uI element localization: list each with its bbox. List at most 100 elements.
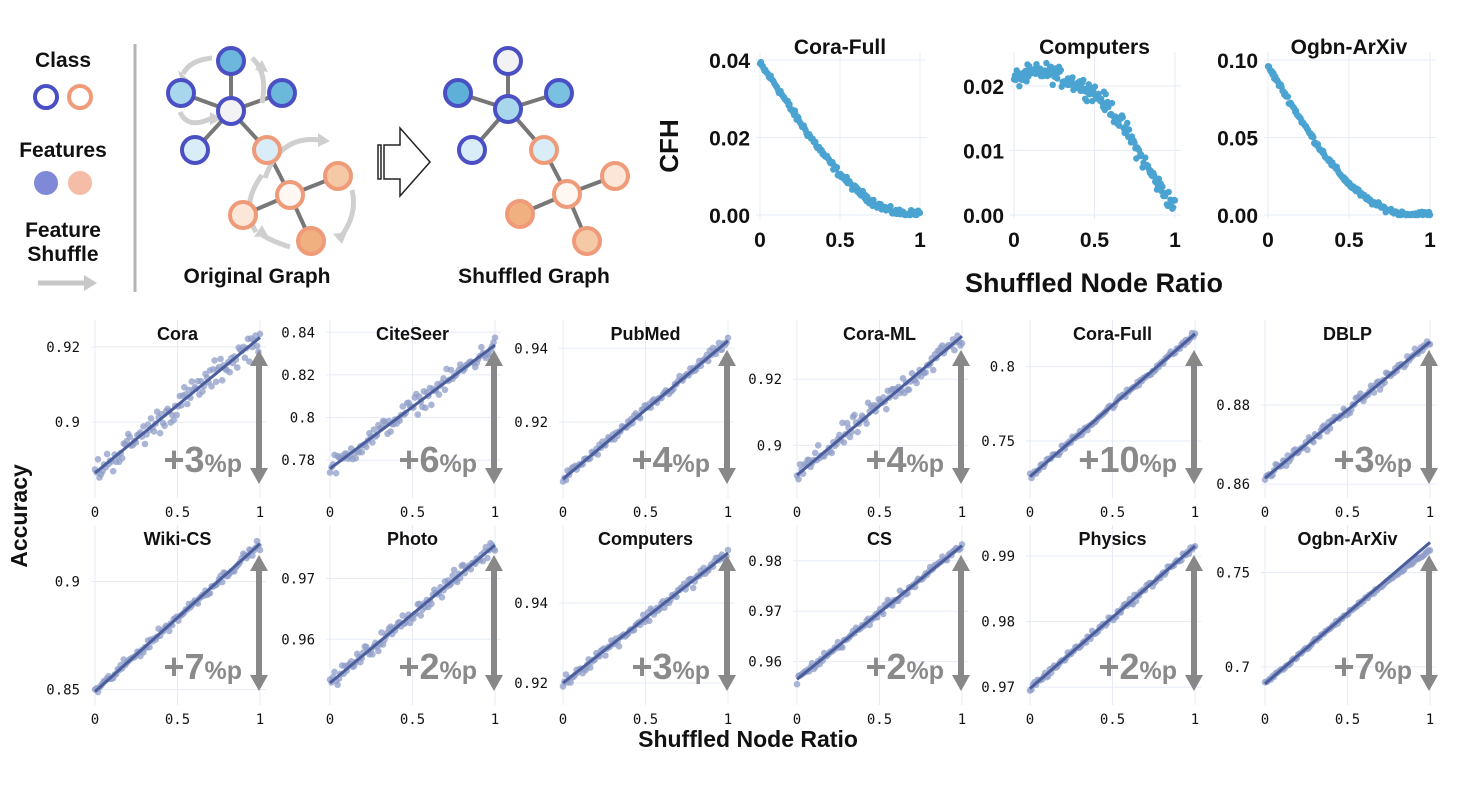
x-tick-label: 0.5	[1080, 229, 1110, 252]
data-point	[422, 404, 429, 412]
x-tick-label: 0	[1262, 229, 1274, 252]
data-point	[724, 546, 732, 554]
data-point	[1304, 446, 1311, 454]
data-point	[161, 422, 168, 430]
data-point	[211, 357, 218, 364]
arrow-down-icon	[1185, 675, 1203, 691]
graph-node	[443, 78, 473, 108]
chart-cfh-cora-full: Cora-Full 0.00 0.02 0.04 0 0.5 1	[709, 36, 926, 252]
chart-title: Physics	[1078, 529, 1146, 549]
x-tick-label: 0.5	[867, 712, 892, 728]
data-point	[795, 475, 802, 483]
graph-node	[180, 135, 210, 165]
data-point	[724, 334, 732, 342]
data-point	[369, 651, 376, 658]
x-tick-label: 1	[1191, 505, 1199, 521]
data-point	[814, 442, 822, 449]
y-tick-label: 0.00	[709, 205, 750, 228]
graph-node	[296, 226, 326, 256]
data-point	[854, 428, 861, 436]
chart-acc-cora-full: Cora-Full 0.75 0.8 0 0.5 1 +10%p	[981, 320, 1203, 521]
data-point	[1170, 204, 1177, 211]
data-point	[332, 469, 340, 477]
x-tick-label: 1	[724, 505, 732, 521]
chart-title: Computers	[1039, 36, 1150, 59]
arrow-down-icon	[250, 468, 268, 484]
y-tick-label: 0.00	[963, 205, 1004, 228]
graph-node	[544, 78, 574, 108]
x-tick-label: 1	[256, 712, 264, 728]
y-tick-label: 0.92	[514, 415, 548, 431]
data-point	[833, 164, 841, 171]
chart-acc-cs: CS 0.96 0.97 0.98 0 0.5 1 +2%p	[748, 525, 970, 728]
data-point	[435, 391, 443, 398]
y-tick-label: 0.84	[281, 325, 315, 341]
legend-shuffle-title-1: Feature	[25, 219, 101, 242]
data-point	[1310, 134, 1317, 141]
x-tick-label: 0.5	[1335, 505, 1360, 521]
data-point	[1426, 211, 1434, 219]
legend-class-title: Class	[35, 49, 91, 72]
data-point	[689, 584, 697, 592]
chart-acc-cora-ml: Cora-ML0.90.920 0.5 1+4%p	[748, 320, 970, 521]
data-point	[1102, 91, 1109, 98]
data-point	[811, 449, 819, 457]
data-point	[1069, 74, 1076, 81]
x-tick-label: 0.5	[867, 505, 892, 521]
y-tick-label: 0.8	[290, 411, 315, 427]
data-point	[118, 454, 126, 462]
gain-annotation: +4%p	[631, 439, 710, 480]
data-point	[615, 643, 623, 650]
chart-title: Cora-Full	[794, 36, 886, 59]
chart-acc-ogbn-arxiv: Ogbn-ArXiv 0.7 0.75 0 0.5 1 +7%p	[1216, 525, 1438, 728]
x-tick-label: 0	[326, 505, 334, 521]
chart-title: Computers	[598, 529, 693, 549]
graph-node	[552, 179, 582, 209]
x-tick-label: 1	[1424, 229, 1436, 252]
x-tick-label: 1	[1169, 229, 1181, 252]
data-point	[218, 377, 226, 384]
chart-title: CS	[867, 529, 892, 549]
chart-cfh-computers: Computers 0.00 0.01 0.02 0 0.5 1	[963, 36, 1181, 252]
y-tick-label: 0.96	[281, 632, 315, 648]
legend-shuffle-title-2: Shuffle	[27, 243, 98, 266]
chart-acc-photo: Photo 0.96 0.97 0 0.5 1 +2%p	[281, 525, 503, 728]
y-tick-label: 0.78	[281, 453, 315, 469]
y-tick-label: 0.92	[748, 372, 782, 388]
y-tick-label: 0.96	[748, 655, 782, 671]
data-point	[417, 612, 425, 619]
y-tick-label: 0.75	[981, 434, 1015, 450]
transform-arrow-icon	[377, 126, 432, 198]
y-tick-label: 0.99	[981, 549, 1015, 565]
cfh-ylabel: CFH	[654, 119, 684, 172]
data-point	[793, 680, 801, 688]
data-point	[352, 455, 360, 462]
data-point	[1426, 547, 1434, 554]
gain-annotation: +3%p	[631, 646, 710, 687]
original-graph-label: Original Graph	[183, 265, 330, 288]
data-point	[1284, 93, 1292, 100]
data-point	[951, 346, 958, 354]
x-tick-label: 1	[1426, 505, 1434, 521]
chart-acc-wiki-cs: Wiki-CS 0.85 0.9 0 0.5 1 +7%p	[46, 525, 268, 728]
y-tick-label: 0.97	[748, 604, 782, 620]
y-tick-label: 0.01	[963, 140, 1004, 163]
gain-annotation: +10%p	[1078, 439, 1177, 480]
x-tick-label: 0	[559, 712, 567, 728]
data-point	[414, 411, 422, 418]
x-tick-label: 1	[1191, 712, 1199, 728]
data-point	[1016, 83, 1023, 90]
data-point	[150, 428, 158, 435]
x-tick-label: 0	[793, 505, 801, 521]
data-point	[331, 668, 338, 676]
data-point	[188, 378, 196, 385]
graph-node	[216, 46, 246, 76]
gain-annotation: +6%p	[398, 439, 477, 480]
gain-annotation: +2%p	[865, 646, 944, 687]
data-point	[375, 647, 382, 655]
x-tick-label: 0.5	[1100, 712, 1125, 728]
x-tick-label: 0.5	[400, 712, 425, 728]
y-tick-label: 0.94	[514, 596, 548, 612]
x-tick-label: 0	[1261, 712, 1269, 728]
graph-node	[275, 180, 305, 210]
